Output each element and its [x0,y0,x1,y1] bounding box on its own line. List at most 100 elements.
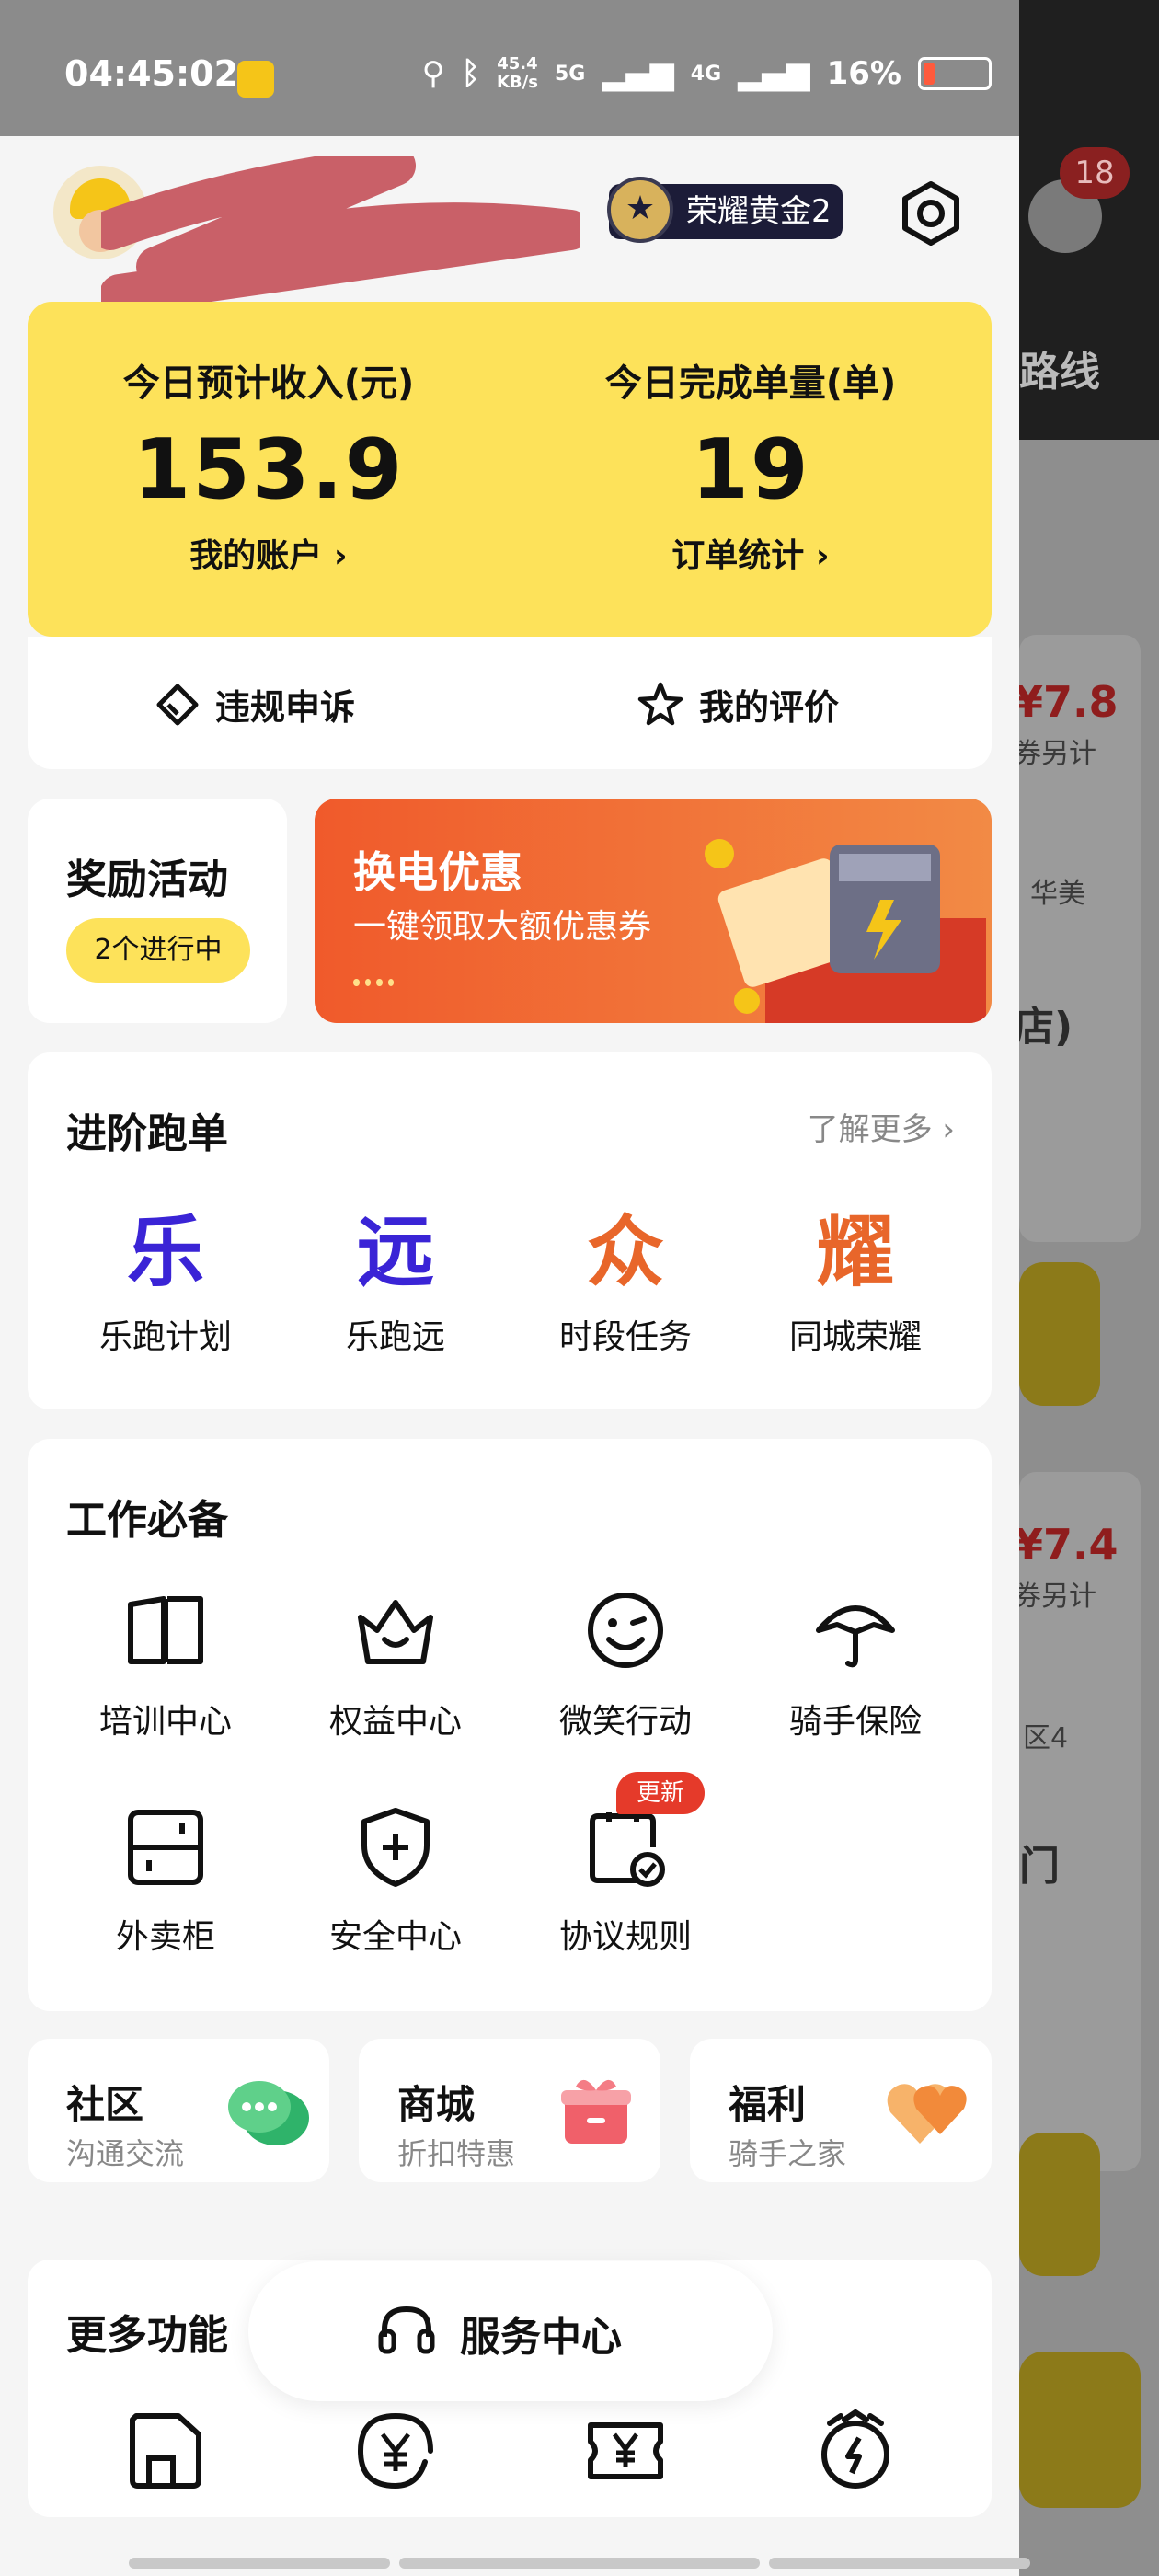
app-notification-icon [237,61,274,98]
gift-box-icon [561,2079,631,2144]
chevron-right-icon: › [333,537,348,575]
essential-item-label[interactable]: 骑手保险 [754,1695,957,1742]
advanced-icon-2: 远 [356,1207,434,1297]
status-bar: 04:45:02 ⚲ ᛒ 45.4 KB/s 5G ▂▄▆ 4G ▂▄▆ 16% [0,0,1019,136]
store-icon[interactable] [121,2407,210,2495]
yen-coin-icon[interactable] [351,2407,440,2495]
new-badge: 更新 [616,1772,705,1814]
tile-title: 社区 [66,2082,144,2127]
learn-more-link[interactable]: 了解更多 › [808,1104,955,1149]
order-stats-link[interactable]: 订单统计 › [510,529,992,577]
advanced-icon-3: 众 [586,1207,664,1297]
advanced-item-1-label[interactable]: 乐跑计划 [64,1310,267,1358]
smile-icon[interactable] [581,1586,670,1674]
location-icon: ⚲ [421,55,445,92]
essential-item-label[interactable]: 培训中心 [64,1695,267,1742]
network-5g: 5G [554,62,586,86]
mall-tile[interactable]: 商城 折扣特惠 [359,2039,660,2182]
background-text: 区4 [1023,1722,1069,1754]
appeal-button[interactable]: 违规申诉 [155,679,355,730]
advanced-item-4-label[interactable]: 同城荣耀 [754,1310,957,1358]
section-title: 工作必备 [66,1497,228,1544]
background-title-fragment: 路线 [1019,349,1100,396]
essential-item-label[interactable]: 安全中心 [294,1910,497,1958]
net-speed: 45.4 KB/s [497,55,538,92]
advanced-section: 进阶跑单 了解更多 › 乐 乐跑计划 远 乐跑远 众 时段任务 耀 同城荣耀 [28,1052,992,1409]
welfare-tile[interactable]: 福利 骑手之家 [690,2039,992,2182]
diamond-tag-icon [156,684,199,725]
background-page: 路线 ¥7.8 券另计 华美 店) ¥7.4 券另计 区4 门 [1019,0,1159,2576]
net-speed-value: 45.4 [497,54,538,74]
chevron-right-icon: › [942,1111,955,1148]
umbrella-icon[interactable] [811,1586,900,1674]
star-icon [637,682,683,725]
community-tile[interactable]: 社区 沟通交流 [28,2039,329,2182]
essential-item-label[interactable]: 微笑行动 [524,1695,727,1742]
orders-column: 今日完成单量(单) 19 订单统计 › [510,302,992,577]
banner-subtitle: 一键领取大额优惠券 [353,908,652,946]
advanced-icon-1: 乐 [126,1207,204,1297]
background-price: ¥7.8 [1019,677,1119,727]
shield-plus-icon[interactable] [351,1803,440,1892]
reward-card[interactable]: 奖励活动 2个进行中 [28,799,287,1023]
nav-handle [129,2558,390,2569]
essentials-section: 工作必备 培训中心 权益中心 微笑行动 骑手保险 外卖柜 安全中心 更新 协议规… [28,1439,992,2011]
essential-item-label[interactable]: 协议规则 [524,1910,727,1958]
network-4g: 4G [690,62,722,86]
tile-subtitle: 折扣特惠 [397,2136,516,2171]
essential-item-label[interactable]: 外卖柜 [64,1910,267,1958]
signal-icon: ▂▄▆ [602,55,674,92]
tile-subtitle: 骑手之家 [729,2136,847,2171]
quick-actions-row: 违规申诉 我的评价 [28,637,992,769]
income-label: 今日预计收入(元) [122,362,415,405]
book-icon[interactable] [121,1586,210,1674]
reward-status-pill: 2个进行中 [66,918,250,983]
coupon-box-illustration [705,839,986,1023]
background-text: 华美 [1030,878,1085,910]
settings-icon[interactable] [898,180,964,247]
background-price-note: 券另计 [1019,738,1096,770]
locker-icon[interactable] [121,1803,210,1892]
background-button [1019,2133,1100,2276]
section-title: 更多功能 [66,2312,228,2359]
document-check-icon[interactable] [581,1803,670,1892]
net-speed-unit: KB/s [496,73,538,92]
background-price: ¥7.4 [1019,1520,1119,1570]
section-title: 进阶跑单 [66,1110,228,1157]
promo-banner[interactable]: 换电优惠 一键领取大额优惠券 [315,799,992,1023]
rating-label: 我的评价 [699,687,840,728]
service-center-button[interactable]: 服务中心 [248,2261,773,2401]
earnings-card: 今日预计收入(元) 153.9 我的账户 › 今日完成单量(单) 19 订单统计… [28,302,992,637]
yen-ticket-icon[interactable] [581,2407,670,2495]
essential-item-label[interactable]: 权益中心 [294,1695,497,1742]
banner-title: 换电优惠 [353,847,522,897]
battery-percent: 16% [826,55,901,92]
alarm-bolt-icon[interactable] [811,2407,900,2495]
service-center-label: 服务中心 [460,2314,622,2361]
advanced-item-3-label[interactable]: 时段任务 [524,1310,727,1358]
advanced-icon-4: 耀 [816,1207,894,1297]
background-button [1019,2352,1141,2508]
background-price-note: 券另计 [1019,1581,1096,1613]
tile-title: 商城 [397,2082,476,2127]
redaction-scribble [101,156,580,304]
signal-icon: ▂▄▆ [738,55,810,92]
chat-bubbles-icon [228,2081,309,2145]
reward-title: 奖励活动 [66,857,228,903]
order-stats-label: 订单统计 [671,537,805,575]
chevron-right-icon: › [815,537,830,575]
income-column: 今日预计收入(元) 153.9 我的账户 › [28,302,510,577]
rating-button[interactable]: 我的评价 [637,679,839,730]
account-link[interactable]: 我的账户 › [28,529,510,577]
status-icons: ⚲ ᛒ 45.4 KB/s 5G ▂▄▆ 4G ▂▄▆ 16% [422,55,992,92]
background-button [1019,1262,1100,1406]
income-value: 153.9 [132,421,405,518]
heart-icon [887,2084,967,2144]
advanced-item-2-label[interactable]: 乐跑远 [294,1310,497,1358]
orders-value: 19 [691,421,810,518]
tile-subtitle: 沟通交流 [66,2136,185,2171]
battery-icon [918,57,992,90]
tile-title: 福利 [729,2082,807,2127]
crown-icon[interactable] [351,1586,440,1674]
orders-label: 今日完成单量(单) [604,362,897,405]
